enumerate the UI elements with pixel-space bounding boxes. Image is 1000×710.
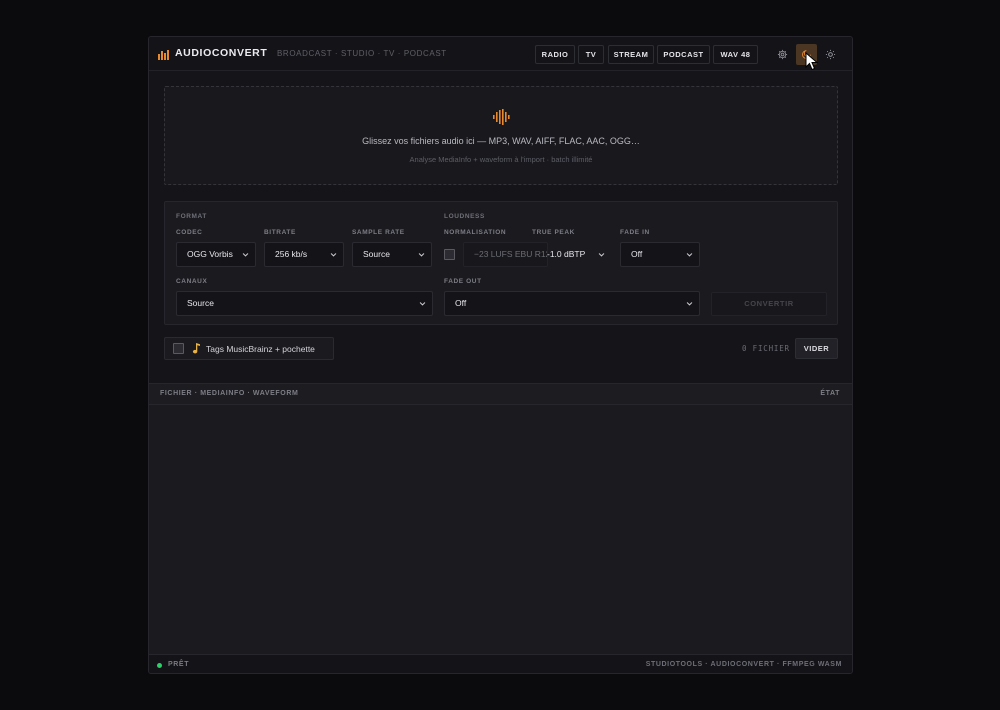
file-list-header: FICHIER · MEDIAINFO · WAVEFORM ÉTAT bbox=[149, 383, 852, 405]
file-list bbox=[149, 405, 852, 654]
true-peak-select[interactable]: -1.0 dBTP bbox=[532, 242, 612, 267]
music-note-icon bbox=[192, 343, 200, 354]
fade-in-select[interactable]: Off bbox=[620, 242, 700, 267]
settings-panel: FORMAT LOUDNESS CODEC BITRATE SAMPLE RAT… bbox=[164, 201, 838, 325]
app-window: AUDIOCONVERT BROADCAST · STUDIO · TV · P… bbox=[148, 36, 853, 674]
fade-out-label: FADE OUT bbox=[444, 278, 482, 285]
normalisation-label: NORMALISATION bbox=[444, 229, 507, 236]
settings-button[interactable] bbox=[772, 44, 793, 65]
waveform-icon bbox=[493, 109, 510, 125]
clear-button[interactable]: VIDER bbox=[795, 338, 838, 359]
preset-radio-button[interactable]: RADIO bbox=[535, 45, 575, 64]
drop-zone-subtitle: Analyse MediaInfo + waveform à l'import … bbox=[409, 155, 593, 164]
logo-icon bbox=[158, 50, 169, 60]
fade-out-select[interactable]: Off bbox=[444, 291, 700, 316]
chevron-down-icon bbox=[418, 253, 425, 257]
gear-icon bbox=[777, 49, 788, 60]
sample-rate-select[interactable]: Source bbox=[352, 242, 432, 267]
tags-checkbox[interactable] bbox=[173, 343, 184, 354]
channels-select[interactable]: Source bbox=[176, 291, 433, 316]
chevron-down-icon bbox=[419, 302, 426, 306]
convert-button[interactable]: CONVERTIR bbox=[711, 292, 827, 316]
sun-icon bbox=[825, 49, 836, 60]
sample-rate-value: Source bbox=[363, 249, 390, 259]
status-bar: PRÊT STUDIOTOOLS · AUDIOCONVERT · FFMPEG… bbox=[149, 654, 852, 673]
fade-out-value: Off bbox=[455, 298, 467, 308]
drop-zone-title: Glissez vos fichiers audio ici — MP3, WA… bbox=[362, 136, 640, 146]
preset-stream-button[interactable]: STREAM bbox=[608, 45, 654, 64]
tags-musicbrainz-toggle[interactable]: Tags MusicBrainz + pochette bbox=[164, 337, 334, 360]
chevron-down-icon bbox=[330, 253, 337, 257]
preset-podcast-button[interactable]: PODCAST bbox=[657, 45, 710, 64]
normalisation-checkbox[interactable] bbox=[444, 249, 455, 260]
bitrate-label: BITRATE bbox=[264, 229, 296, 236]
file-list-header-left: FICHIER · MEDIAINFO · WAVEFORM bbox=[160, 390, 299, 397]
preset-tv-button[interactable]: TV bbox=[578, 45, 604, 64]
chevron-down-icon bbox=[686, 302, 693, 306]
format-section-title: FORMAT bbox=[176, 213, 207, 220]
file-count: 0 FICHIER bbox=[742, 344, 790, 353]
codec-value: OGG Vorbis bbox=[187, 249, 233, 259]
file-list-header-right: ÉTAT bbox=[820, 390, 840, 397]
footer-credit: STUDIOTOOLS · AUDIOCONVERT · FFMPEG WASM bbox=[645, 661, 842, 668]
brand-name: AUDIOCONVERT bbox=[175, 47, 268, 59]
fade-in-value: Off bbox=[631, 249, 643, 259]
channels-label: CANAUX bbox=[176, 278, 208, 285]
chevron-down-icon bbox=[242, 253, 249, 257]
loudness-section-title: LOUDNESS bbox=[444, 213, 485, 220]
tags-label: Tags MusicBrainz + pochette bbox=[206, 344, 315, 354]
true-peak-label: TRUE PEAK bbox=[532, 229, 575, 236]
mouse-cursor-icon bbox=[805, 52, 819, 71]
status-indicator bbox=[157, 663, 162, 668]
file-drop-zone[interactable]: Glissez vos fichiers audio ici — MP3, WA… bbox=[164, 86, 838, 185]
preset-wav48-button[interactable]: WAV 48 bbox=[713, 45, 758, 64]
tagline: BROADCAST · STUDIO · TV · PODCAST bbox=[277, 49, 447, 58]
sample-rate-label: SAMPLE RATE bbox=[352, 229, 405, 236]
header: AUDIOCONVERT BROADCAST · STUDIO · TV · P… bbox=[149, 37, 852, 71]
bitrate-value: 256 kb/s bbox=[275, 249, 308, 259]
true-peak-value: -1.0 dBTP bbox=[547, 249, 586, 259]
status-text: PRÊT bbox=[168, 661, 190, 668]
light-mode-button[interactable] bbox=[820, 44, 841, 65]
fade-in-label: FADE IN bbox=[620, 229, 650, 236]
channels-value: Source bbox=[187, 298, 214, 308]
codec-select[interactable]: OGG Vorbis bbox=[176, 242, 256, 267]
bitrate-select[interactable]: 256 kb/s bbox=[264, 242, 344, 267]
chevron-down-icon bbox=[598, 253, 605, 257]
codec-label: CODEC bbox=[176, 229, 203, 236]
chevron-down-icon bbox=[686, 253, 693, 257]
